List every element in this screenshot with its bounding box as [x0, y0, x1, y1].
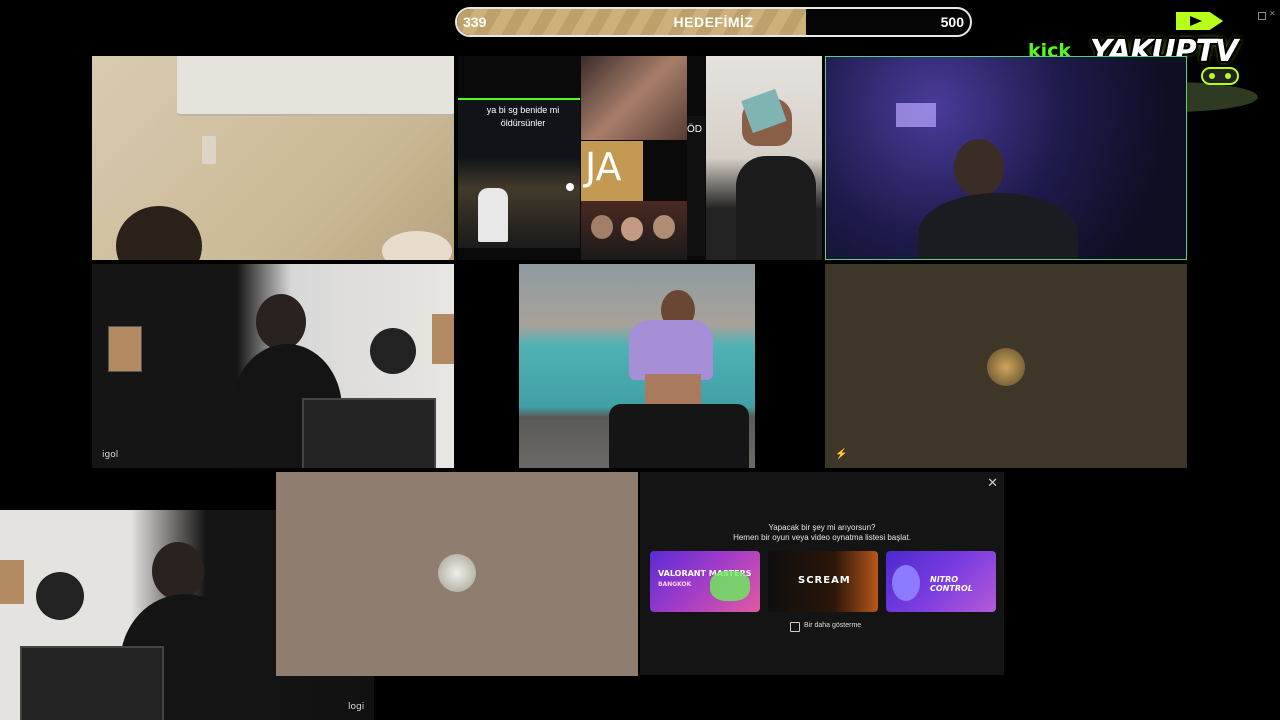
close-icon[interactable]: ✕: [987, 475, 998, 491]
torso: [645, 374, 701, 408]
participant-body: [918, 193, 1078, 259]
nitro-mascot: [892, 565, 920, 601]
video-tile-1[interactable]: [92, 56, 454, 260]
dialog-title: Yapacak bir şey mi arıyorsun?: [768, 523, 876, 532]
activity-card-valorant[interactable]: VALORANT MASTERS BANGKOK: [650, 551, 760, 612]
drinking-clip: [706, 56, 822, 260]
dont-show-label: Bir daha gösterme: [804, 622, 862, 629]
card-label: NITRO CONTROL: [930, 575, 973, 593]
video-tile-3-active[interactable]: [825, 56, 1187, 260]
group-photo: [581, 201, 687, 260]
goal-title: HEDEFİMİZ: [673, 14, 754, 30]
goal-target-value: 500: [940, 14, 964, 30]
blurred-object: [382, 231, 452, 260]
participant-head: [116, 206, 202, 260]
blurred-face: [581, 56, 687, 140]
card-sub: BANGKOK: [658, 581, 692, 588]
activity-dialog: ✕ Yapacak bir şey mi arıyorsun? Hemen bi…: [640, 472, 1004, 675]
ja-box: JA: [581, 141, 643, 201]
participant-avatar: [987, 348, 1025, 386]
tile-7-overlay: [0, 510, 374, 720]
play-icon: [1174, 10, 1227, 32]
window-close-icon[interactable]: ✕: [1269, 9, 1277, 18]
pants: [609, 404, 749, 468]
video-tile-5[interactable]: [519, 264, 755, 468]
window-restore-icon[interactable]: [1258, 12, 1266, 20]
video-tile-igol[interactable]: igol: [92, 264, 454, 468]
tiktok-caption: ya bi sg benide mi öldürsünler: [486, 105, 560, 128]
dialog-subtitle: Hemen bir oyun veya video oynatma listes…: [733, 533, 911, 542]
cam-label-igol: igol: [102, 450, 119, 460]
air-conditioner: [177, 56, 454, 116]
activity-card-nitro[interactable]: NITRO CONTROL: [886, 551, 996, 612]
gamepad-icon: [1201, 67, 1239, 85]
led-light: [896, 103, 936, 127]
purple-shirt: [629, 320, 713, 380]
mic-muted-icon: ⚡: [835, 449, 848, 460]
video-tile-2[interactable]: ya bi sg benide mi öldürsünler JA ÖD: [458, 56, 822, 260]
participant-head: [256, 294, 306, 350]
valorant-art: [710, 571, 750, 601]
dont-show-checkbox[interactable]: [790, 622, 800, 632]
participant-head: [954, 139, 1004, 197]
activity-card-scream[interactable]: SCREAM: [768, 551, 878, 612]
monitor: [302, 398, 436, 468]
wall-poster: [108, 326, 142, 372]
card-label: SCREAM: [798, 575, 851, 586]
heart-icon[interactable]: [566, 183, 574, 191]
video-tile-6[interactable]: ⚡: [825, 264, 1187, 468]
ja-text: JA: [585, 145, 622, 189]
od-text: ÖD: [687, 124, 702, 135]
goal-progress-bar: 339 HEDEFİMİZ 500: [455, 7, 972, 37]
participant-avatar: [438, 554, 476, 592]
dartboard: [370, 328, 416, 374]
tiktok-person: [478, 188, 508, 242]
wall-poster-2: [432, 314, 454, 364]
tiktok-clip[interactable]: ya bi sg benide mi öldürsünler: [458, 98, 580, 248]
wall-switch: [202, 136, 216, 164]
side-strip: ÖD: [687, 116, 705, 256]
